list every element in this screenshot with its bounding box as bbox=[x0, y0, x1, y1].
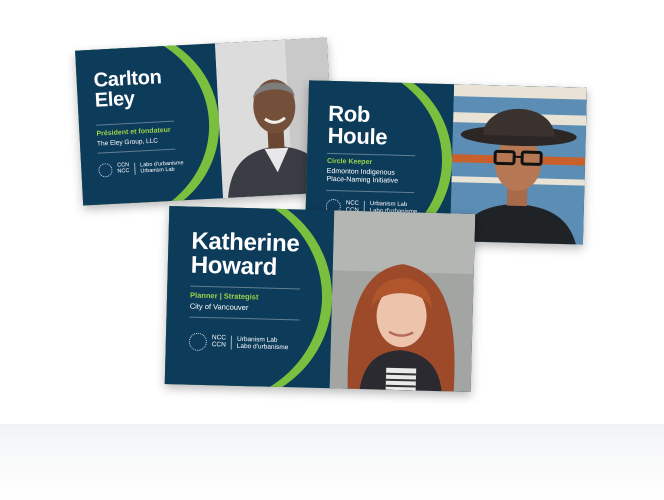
speaker-role: Planner | Strategist bbox=[189, 290, 259, 302]
floor-reflection bbox=[0, 424, 664, 500]
speaker-organization: Edmonton Indigenous Place-Naming Initiat… bbox=[326, 167, 399, 186]
logo-ring-icon bbox=[98, 162, 113, 178]
speaker-card-carlton-eley: Carlton Eley Président et fondateur The … bbox=[75, 37, 335, 206]
speaker-card-katherine-howard: Katherine Howard Planner | Strategist Ci… bbox=[164, 206, 476, 392]
speaker-name: Katherine Howard bbox=[190, 227, 300, 281]
speaker-name: Carlton Eley bbox=[93, 66, 163, 112]
speaker-name: Rob Houle bbox=[327, 100, 388, 149]
speaker-photo bbox=[329, 210, 476, 392]
logo-ring-icon bbox=[188, 332, 208, 352]
speaker-role: Circle Keeper bbox=[326, 157, 373, 167]
speaker-organization: City of Vancouver bbox=[189, 301, 249, 313]
urbanism-lab-logo: NCC CCN Urbanism Lab Labo d'urbanisme bbox=[188, 332, 289, 354]
